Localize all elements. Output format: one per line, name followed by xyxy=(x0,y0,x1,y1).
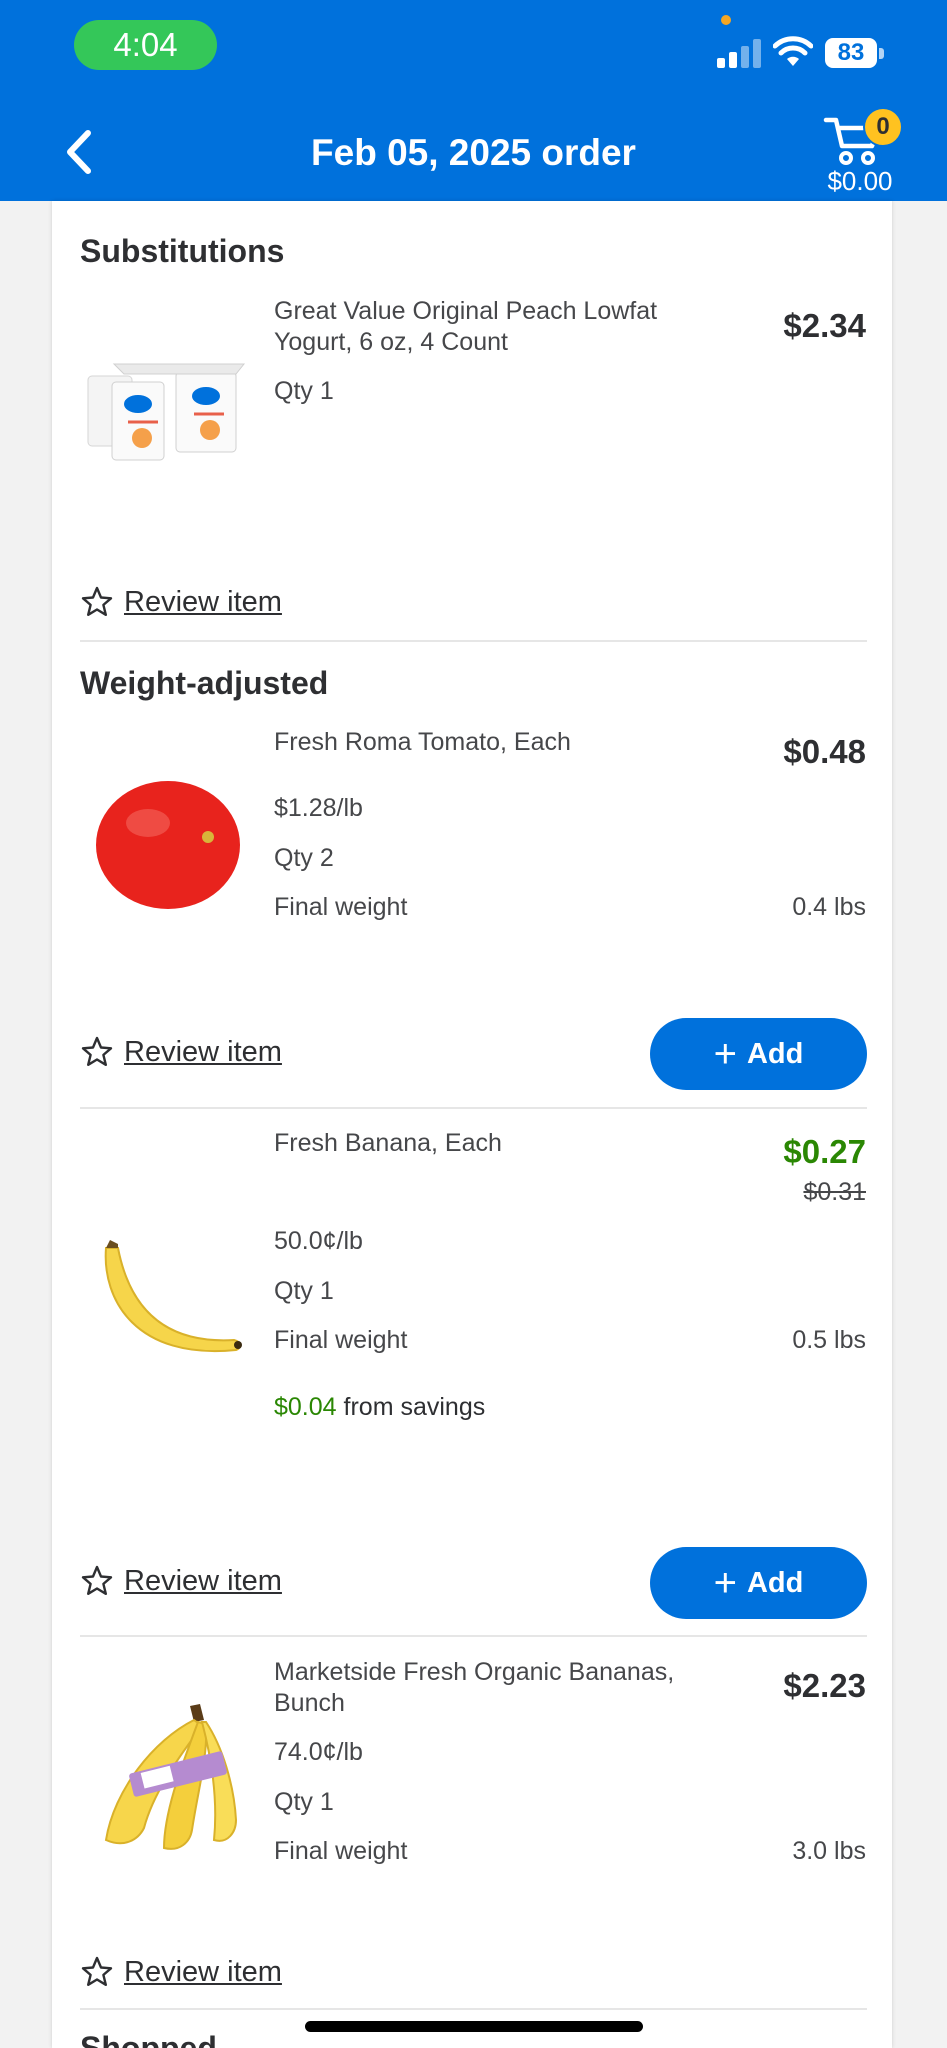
item-qty: Qty 1 xyxy=(274,1788,334,1816)
review-item-label: Review item xyxy=(124,1955,282,1988)
item-name[interactable]: Fresh Banana, Each xyxy=(274,1128,724,1159)
banana-product-image[interactable] xyxy=(96,1240,246,1380)
review-item-link[interactable]: Review item xyxy=(80,1955,282,1989)
plus-icon: + xyxy=(713,1561,737,1605)
app-header: 4:04 83 Feb 05, 2025 order 0 $0.00 xyxy=(0,0,947,201)
review-item-label: Review item xyxy=(124,585,282,618)
item-name[interactable]: Fresh Roma Tomato, Each xyxy=(274,727,724,758)
section-title-shopped: Shopped xyxy=(80,2030,217,2048)
savings-amount: $0.04 xyxy=(274,1393,337,1421)
divider xyxy=(80,1635,867,1637)
battery-icon: 83 xyxy=(825,38,885,68)
item-qty: Qty 2 xyxy=(274,844,334,872)
review-item-link[interactable]: Review item xyxy=(80,1564,282,1598)
savings-text: from savings xyxy=(343,1393,486,1421)
add-button-label: Add xyxy=(746,1037,804,1070)
tomato-product-image[interactable] xyxy=(92,775,244,911)
yogurt-product-image[interactable] xyxy=(84,360,252,465)
item-price: $2.34 xyxy=(783,307,866,344)
final-weight-label: Final weight xyxy=(274,1837,408,1865)
cart-count-badge: 0 xyxy=(863,107,903,147)
item-sale-price: $0.27 xyxy=(783,1133,866,1170)
star-outline-icon xyxy=(81,586,113,616)
final-weight-value: 0.4 lbs xyxy=(792,893,866,921)
section-title-substitutions: Substitutions xyxy=(80,233,285,269)
privacy-indicator-dot xyxy=(721,15,731,25)
home-indicator[interactable] xyxy=(305,2021,643,2032)
review-item-link[interactable]: Review item xyxy=(80,1035,282,1069)
divider xyxy=(80,1107,867,1109)
savings-note: $0.04 from savings xyxy=(274,1393,485,1422)
item-unit-price: $1.28/lb xyxy=(274,794,363,822)
star-outline-icon xyxy=(81,1565,113,1595)
item-price: $2.23 xyxy=(783,1667,866,1704)
final-weight-label: Final weight xyxy=(274,893,408,921)
item-name[interactable]: Great Value Original Peach Lowfat Yogurt… xyxy=(274,296,724,358)
review-item-link[interactable]: Review item xyxy=(80,585,282,619)
signal-icon xyxy=(717,39,761,68)
battery-level: 83 xyxy=(825,38,877,68)
status-time: 4:04 xyxy=(74,20,217,70)
item-unit-price: 50.0¢/lb xyxy=(274,1227,363,1255)
star-outline-icon xyxy=(81,1956,113,1986)
cart-total: $0.00 xyxy=(827,166,893,196)
section-title-weight-adjusted: Weight-adjusted xyxy=(80,665,329,701)
final-weight-label: Final weight xyxy=(274,1326,408,1354)
item-name[interactable]: Marketside Fresh Organic Bananas, Bunch xyxy=(274,1657,724,1719)
item-original-price: $0.31 xyxy=(803,1178,866,1206)
final-weight-value: 3.0 lbs xyxy=(792,1837,866,1865)
item-qty: Qty 1 xyxy=(274,1277,334,1305)
wifi-icon xyxy=(773,36,813,66)
final-weight-value: 0.5 lbs xyxy=(792,1326,866,1354)
page-title: Feb 05, 2025 order xyxy=(311,132,636,173)
item-price: $0.48 xyxy=(783,733,866,770)
add-button-label: Add xyxy=(746,1566,804,1599)
review-item-label: Review item xyxy=(124,1035,282,1068)
item-qty: Qty 1 xyxy=(274,377,334,405)
add-to-cart-button[interactable]: + Add xyxy=(650,1018,867,1090)
banana-bunch-product-image[interactable] xyxy=(94,1700,244,1852)
divider xyxy=(80,640,867,642)
star-outline-icon xyxy=(81,1036,113,1066)
plus-icon: + xyxy=(713,1032,737,1076)
item-unit-price: 74.0¢/lb xyxy=(274,1738,363,1766)
divider xyxy=(80,2008,867,2010)
review-item-label: Review item xyxy=(124,1564,282,1597)
add-to-cart-button[interactable]: + Add xyxy=(650,1547,867,1619)
